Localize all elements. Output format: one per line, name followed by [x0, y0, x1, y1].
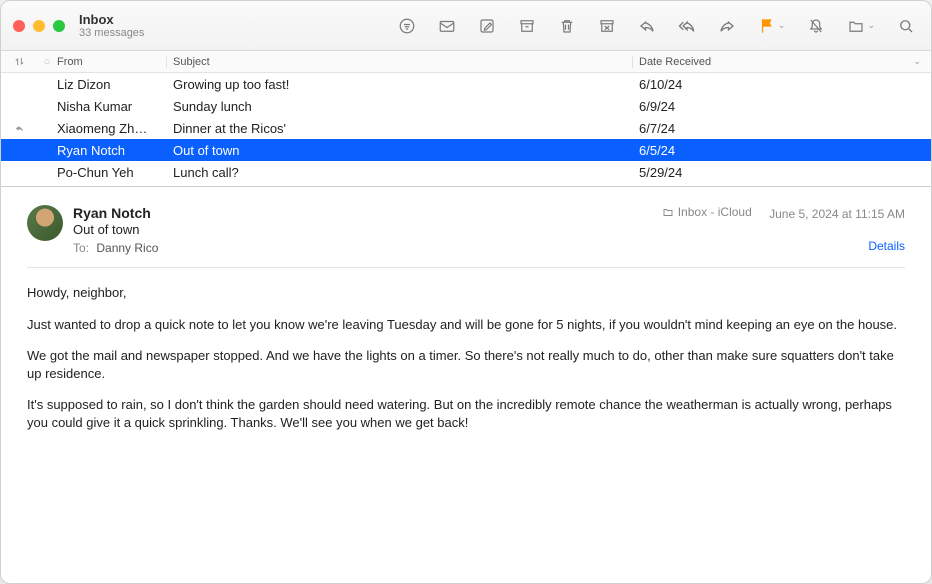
- row-date: 6/5/24: [633, 143, 931, 158]
- body-paragraph: We got the mail and newspaper stopped. A…: [27, 347, 905, 382]
- junk-icon[interactable]: [598, 17, 616, 35]
- preview-sender: Ryan Notch: [73, 205, 662, 221]
- row-subject: Lunch call?: [167, 165, 633, 180]
- status-column-header[interactable]: ○: [37, 56, 57, 68]
- row-date: 6/7/24: [633, 121, 931, 136]
- title-text: Inbox 33 messages: [79, 12, 144, 39]
- row-from: Ryan Notch: [57, 143, 167, 158]
- avatar[interactable]: [27, 205, 63, 241]
- preview-body: Howdy, neighbor, Just wanted to drop a q…: [27, 284, 905, 431]
- minimize-window-button[interactable]: [33, 20, 45, 32]
- preview-header: Ryan Notch Out of town To: Danny Rico In…: [27, 205, 905, 255]
- chevron-down-icon: ⌄: [913, 56, 921, 67]
- chevron-down-icon: ⌄: [778, 20, 786, 31]
- row-date: 6/10/24: [633, 77, 931, 92]
- reply-all-icon[interactable]: [678, 17, 696, 35]
- date-column-header[interactable]: Date Received ⌄: [633, 56, 931, 68]
- message-row[interactable]: Po-Chun Yeh Lunch call? 5/29/24: [1, 161, 931, 183]
- chevron-down-icon: ⌄: [867, 20, 875, 31]
- message-list[interactable]: Liz Dizon Growing up too fast! 6/10/24 N…: [1, 73, 931, 187]
- message-count: 33 messages: [79, 27, 144, 39]
- sort-column-header[interactable]: [1, 56, 37, 67]
- mute-icon[interactable]: [807, 17, 825, 35]
- preview-datetime: June 5, 2024 at 11:15 AM: [769, 207, 905, 221]
- titlebar: Inbox 33 messages ⌄ ⌄: [1, 1, 931, 51]
- message-row[interactable]: Ryan Notch Out of town 6/5/24: [1, 139, 931, 161]
- body-paragraph: Howdy, neighbor,: [27, 284, 905, 302]
- reply-indicator-icon: [1, 123, 37, 134]
- fullscreen-window-button[interactable]: [53, 20, 65, 32]
- row-from: Liz Dizon: [57, 77, 167, 92]
- row-date: 6/9/24: [633, 99, 931, 114]
- subject-column-header[interactable]: Subject: [167, 56, 633, 68]
- row-subject: Dinner at the Ricos': [167, 121, 633, 136]
- row-subject: Sunday lunch: [167, 99, 633, 114]
- reply-icon[interactable]: [638, 17, 656, 35]
- message-row[interactable]: Nisha Kumar Sunday lunch 6/9/24: [1, 95, 931, 117]
- mailbox-title: Inbox: [79, 12, 144, 27]
- move-icon[interactable]: ⌄: [847, 17, 875, 35]
- row-subject: Growing up too fast!: [167, 77, 633, 92]
- row-from: Po-Chun Yeh: [57, 165, 167, 180]
- message-row[interactable]: Xiaomeng Zh… Dinner at the Ricos' 6/7/24: [1, 117, 931, 139]
- details-button[interactable]: Details: [868, 239, 905, 253]
- flag-icon[interactable]: ⌄: [758, 17, 786, 35]
- column-headers: ○ From Subject Date Received ⌄: [1, 51, 931, 73]
- preview-subject: Out of town: [73, 222, 662, 237]
- row-subject: Out of town: [167, 143, 633, 158]
- mail-window: Inbox 33 messages ⌄ ⌄ ○ From Subject Dat…: [0, 0, 932, 584]
- get-mail-icon[interactable]: [438, 17, 456, 35]
- body-paragraph: It's supposed to rain, so I don't think …: [27, 396, 905, 431]
- row-from: Nisha Kumar: [57, 99, 167, 114]
- preview-mailbox[interactable]: Inbox - iCloud: [662, 205, 752, 219]
- window-controls: [13, 20, 65, 32]
- trash-icon[interactable]: [558, 17, 576, 35]
- divider: [27, 267, 905, 268]
- close-window-button[interactable]: [13, 20, 25, 32]
- filter-icon[interactable]: [398, 17, 416, 35]
- row-date: 5/29/24: [633, 165, 931, 180]
- from-column-header[interactable]: From: [57, 56, 167, 68]
- forward-icon[interactable]: [718, 17, 736, 35]
- row-from: Xiaomeng Zh…: [57, 121, 167, 136]
- message-row[interactable]: Liz Dizon Growing up too fast! 6/10/24: [1, 73, 931, 95]
- search-icon[interactable]: [897, 17, 915, 35]
- body-paragraph: Just wanted to drop a quick note to let …: [27, 316, 905, 334]
- preview-to: To: Danny Rico: [73, 241, 662, 255]
- message-preview: Ryan Notch Out of town To: Danny Rico In…: [1, 187, 931, 583]
- toolbar: ⌄ ⌄: [398, 17, 919, 35]
- compose-icon[interactable]: [478, 17, 496, 35]
- archive-icon[interactable]: [518, 17, 536, 35]
